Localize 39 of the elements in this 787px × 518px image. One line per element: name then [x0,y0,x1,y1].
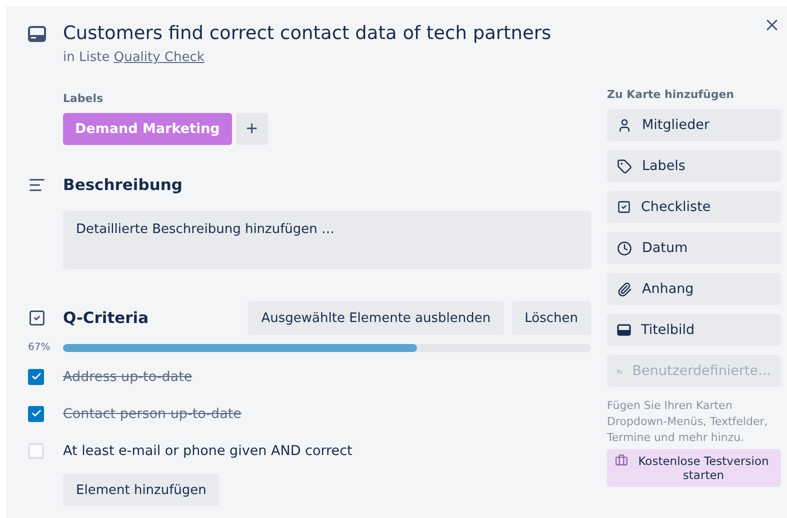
sidebar-button[interactable]: Mitglieder [607,109,781,141]
checklist-item: Contact person up-to-date [63,406,242,422]
progress-percent: 67% [28,342,52,353]
sidebar-heading: Zu Karte hinzufügen [607,88,736,101]
checklist-icon [28,309,46,327]
trial-button[interactable]: Kostenlose Testversion starten [607,449,781,487]
list-caption: in Liste Quality Check [63,50,206,65]
delete-button[interactable]: Löschen [512,301,591,335]
add-label-button[interactable]: + [236,113,268,145]
sidebar-hint: Fügen Sie Ihren Karten Dropdown-Menüs, Textfelder, Termine und mehr hinzu. [607,398,769,446]
tag-icon [617,158,632,174]
briefcase-icon [615,454,628,467]
sidebar-button[interactable]: Titelbild [607,314,781,346]
checkbox[interactable] [28,368,44,384]
checkbox-icon [617,200,631,214]
checklist-title: Q-Criteria [63,309,149,327]
description-icon [28,176,46,194]
card-title: Customers find correct contact data of tech partners [63,23,552,44]
person-icon [617,118,632,132]
checkbox[interactable] [28,442,44,458]
card-cover-icon [617,324,631,336]
sidebar-button[interactable]: Anhang [607,273,781,305]
sidebar-button[interactable]: Datum [607,232,781,264]
sidebar-button[interactable]: Labels [607,150,781,182]
sidebar-button[interactable]: Checkliste [607,191,781,223]
card-icon [28,26,46,42]
list-link[interactable]: Quality Check [114,50,204,65]
checkbox[interactable] [28,406,44,422]
clock-icon [617,240,632,256]
hide-checked-button[interactable]: Ausgewählte Elemente ausblenden [248,301,504,335]
checkmark-icon [30,371,42,382]
description-field[interactable]: Detaillierte Beschreibung hinzufügen … [63,211,591,269]
checklist-item: Address up-to-date [63,368,192,384]
checkmark-icon [30,408,42,419]
labels-heading: Labels [63,92,104,105]
paperclip-icon [617,282,632,296]
add-item-button[interactable]: Element hinzufügen [63,474,220,506]
checklist-item: At least e-mail or phone given AND correct [63,442,352,458]
description-heading: Beschreibung [63,176,183,194]
